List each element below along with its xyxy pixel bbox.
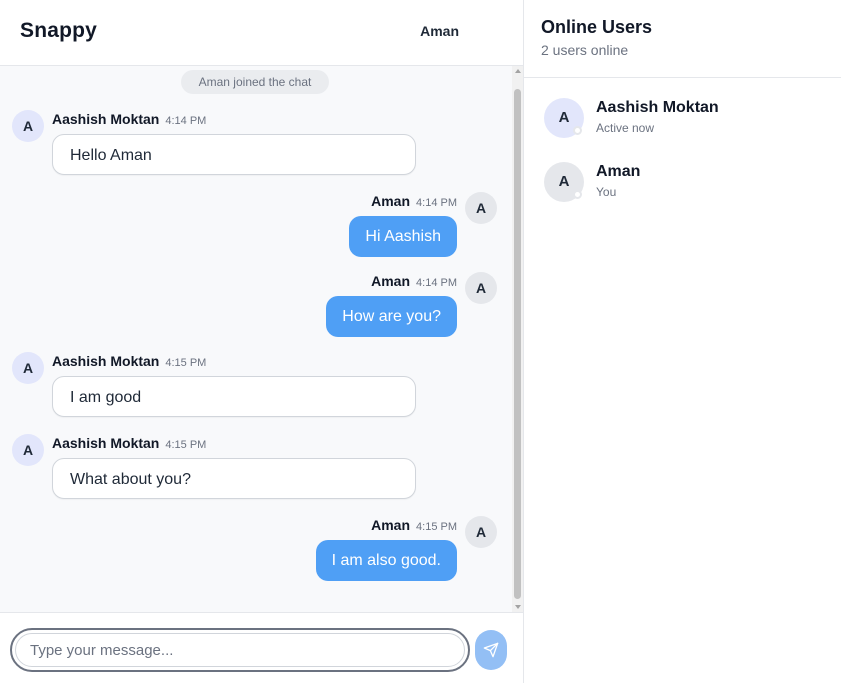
message-bubble: Hello Aman bbox=[52, 134, 416, 175]
online-users-header: Online Users 2 users online bbox=[524, 0, 841, 78]
message-bubble: Hi Aashish bbox=[349, 216, 457, 257]
system-message: Aman joined the chat bbox=[181, 70, 329, 94]
send-icon bbox=[483, 642, 499, 658]
message-time: 4:14 PM bbox=[165, 115, 207, 127]
avatar: A bbox=[465, 192, 497, 224]
online-users-title: Online Users bbox=[541, 17, 653, 37]
online-users-panel: Online Users 2 users online A Aashish Mo… bbox=[523, 0, 841, 683]
online-user-name: Aashish Moktan bbox=[596, 99, 719, 116]
online-user-item[interactable]: A Aman You bbox=[524, 162, 841, 218]
message-meta: Aashish Moktan 4:14 PM bbox=[52, 111, 206, 127]
sender-name: Aman bbox=[371, 517, 411, 533]
avatar: A bbox=[12, 110, 44, 142]
message-composer bbox=[0, 612, 523, 683]
message-meta: Aashish Moktan 4:15 PM bbox=[52, 353, 206, 369]
current-user-name: Aman bbox=[420, 23, 459, 39]
avatar: A bbox=[12, 352, 44, 384]
avatar: A bbox=[465, 272, 497, 304]
sender-name: Aashish Moktan bbox=[52, 435, 160, 451]
message-meta: Aman 4:14 PM bbox=[371, 273, 457, 289]
message-input[interactable] bbox=[15, 633, 465, 667]
message-time: 4:15 PM bbox=[165, 439, 207, 451]
chat-header: Snappy Aman bbox=[0, 0, 523, 66]
online-user-item[interactable]: A Aashish Moktan Active now bbox=[524, 98, 841, 154]
send-button[interactable] bbox=[475, 630, 507, 670]
status-dot-icon bbox=[573, 126, 582, 135]
online-user-status: Active now bbox=[596, 121, 655, 135]
scroll-down-arrow-icon[interactable] bbox=[515, 605, 521, 609]
sender-name: Aashish Moktan bbox=[52, 111, 160, 127]
scroll-thumb[interactable] bbox=[514, 89, 521, 599]
message-meta: Aman 4:14 PM bbox=[371, 193, 457, 209]
sender-name: Aman bbox=[371, 273, 411, 289]
online-user-name: Aman bbox=[596, 163, 641, 180]
online-users-count: 2 users online bbox=[541, 42, 629, 58]
status-dot-icon bbox=[573, 190, 582, 199]
message-bubble: I am also good. bbox=[315, 540, 457, 581]
message-scrollbar[interactable] bbox=[512, 66, 523, 612]
chat-column: Snappy Aman Aman joined the chat A Aashi… bbox=[0, 0, 523, 683]
online-user-status: You bbox=[596, 185, 617, 199]
message-time: 4:15 PM bbox=[165, 357, 207, 369]
message-bubble: What about you? bbox=[52, 458, 416, 499]
message-meta: Aman 4:15 PM bbox=[371, 517, 457, 533]
message-input-wrapper[interactable] bbox=[10, 628, 470, 672]
message-time: 4:14 PM bbox=[416, 197, 457, 209]
avatar: A bbox=[12, 434, 44, 466]
message-meta: Aashish Moktan 4:15 PM bbox=[52, 435, 206, 451]
message-bubble: I am good bbox=[52, 376, 416, 417]
sender-name: Aman bbox=[371, 193, 411, 209]
sender-name: Aashish Moktan bbox=[52, 353, 160, 369]
scroll-up-arrow-icon[interactable] bbox=[515, 69, 521, 73]
message-time: 4:14 PM bbox=[416, 277, 457, 289]
message-list[interactable]: Aman joined the chat A Aashish Moktan 4:1… bbox=[0, 66, 512, 612]
message-time: 4:15 PM bbox=[416, 521, 457, 533]
message-bubble: How are you? bbox=[326, 296, 457, 337]
app-brand: Snappy bbox=[20, 19, 98, 42]
avatar: A bbox=[465, 516, 497, 548]
